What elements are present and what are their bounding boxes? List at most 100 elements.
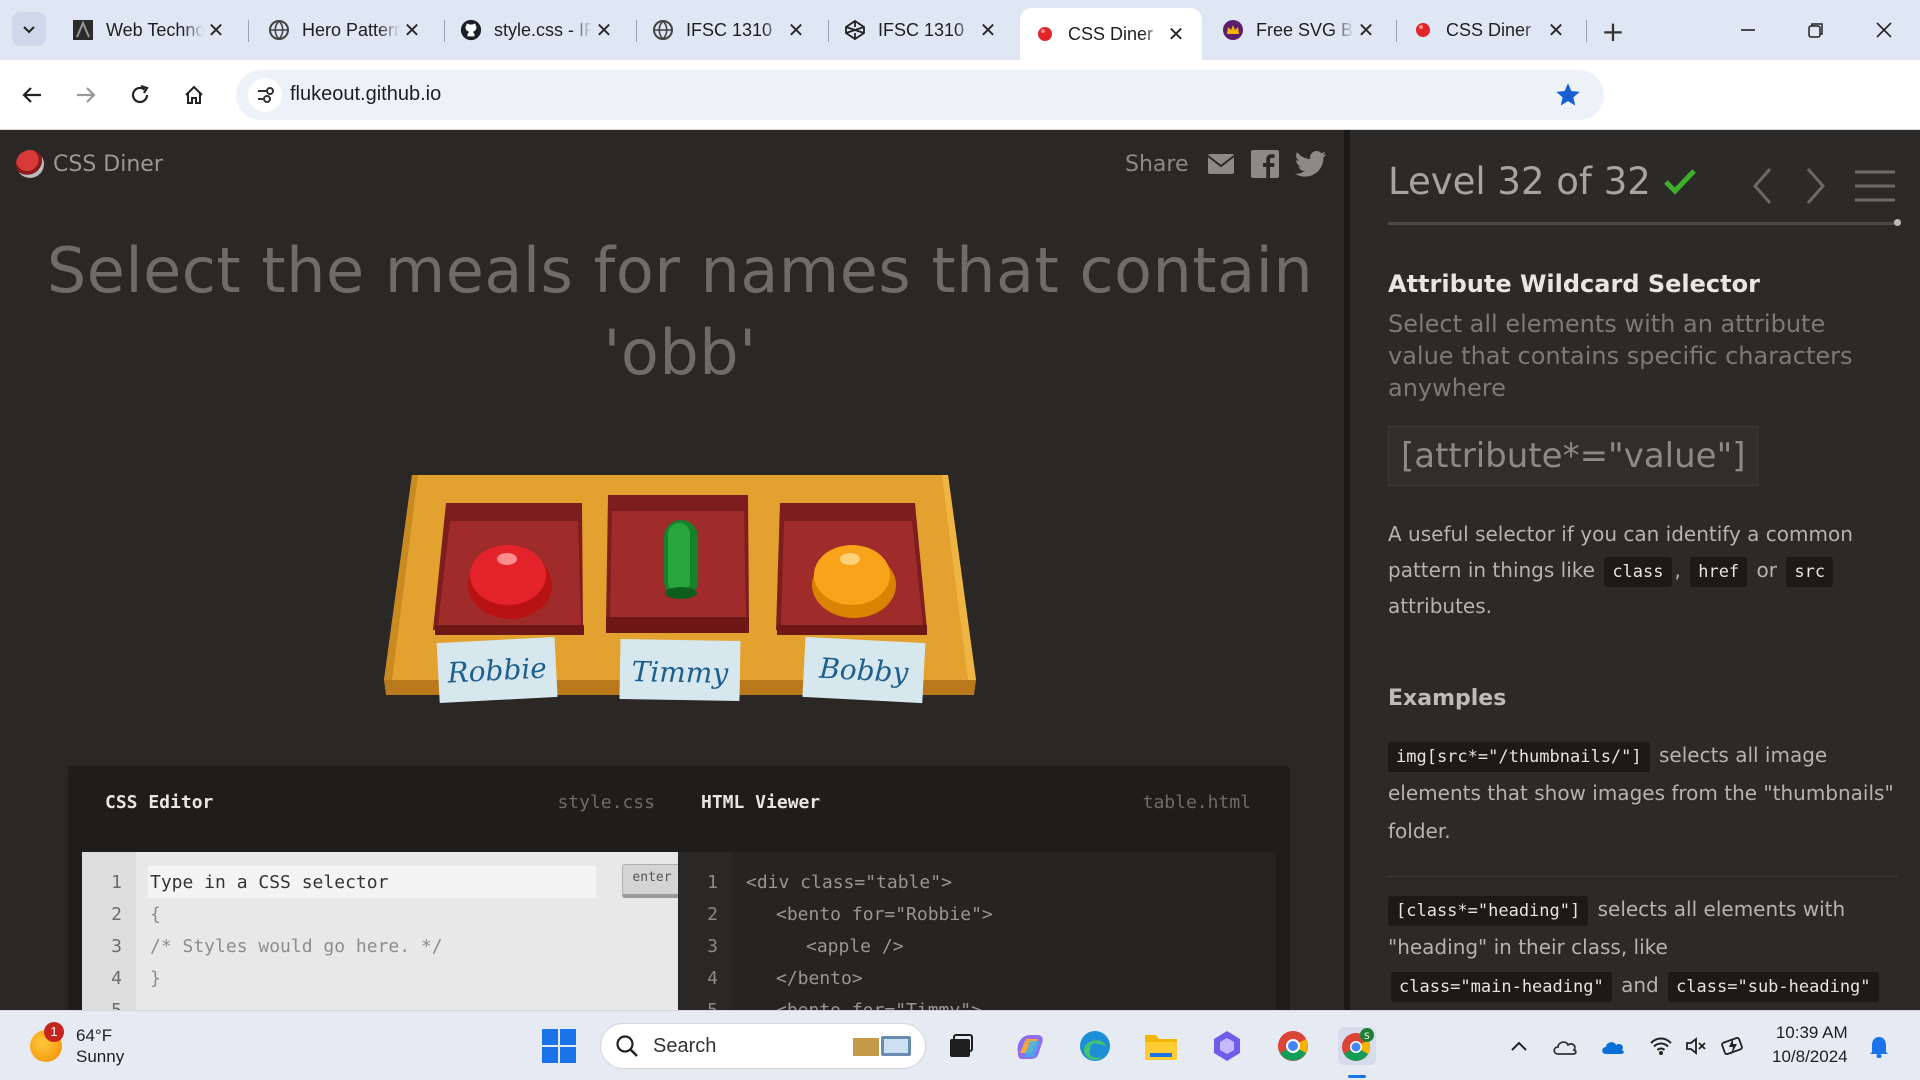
tab-separator bbox=[248, 20, 249, 42]
level-sidebar: Level 32 of 32 Attribute Wildcard Select… bbox=[1350, 130, 1920, 1010]
example-separator bbox=[1388, 876, 1898, 877]
html-line[interactable]: <bento for="Robbie"> bbox=[776, 904, 993, 925]
bento-timmy[interactable] bbox=[606, 495, 749, 633]
battery-charging-icon[interactable] bbox=[1720, 1033, 1746, 1059]
twitter-icon[interactable] bbox=[1294, 151, 1327, 177]
tab-style-css[interactable]: style.css - IFSC ✕ bbox=[446, 9, 630, 51]
address-bar[interactable]: flukeout.github.io bbox=[236, 70, 1604, 120]
close-icon[interactable]: ✕ bbox=[1164, 22, 1188, 46]
selector-help: A useful selector if you can identify a … bbox=[1388, 516, 1898, 624]
css-selector-input[interactable] bbox=[148, 866, 596, 898]
tab-search-button[interactable] bbox=[12, 12, 46, 46]
edge-icon bbox=[1080, 1031, 1110, 1061]
site-info-icon[interactable] bbox=[248, 78, 282, 112]
check-icon bbox=[1664, 168, 1696, 195]
bento-robbie[interactable] bbox=[433, 503, 584, 635]
weather-widget[interactable]: 1 64°F Sunny bbox=[30, 1022, 124, 1067]
reload-icon bbox=[131, 84, 149, 104]
selector-title: Attribute Wildcard Selector bbox=[1388, 270, 1760, 298]
pickle[interactable] bbox=[664, 520, 698, 599]
help-text-end: attributes. bbox=[1388, 594, 1493, 618]
notifications-bell-icon[interactable] bbox=[1866, 1033, 1892, 1059]
chrome-button[interactable] bbox=[1274, 1027, 1312, 1065]
example-code: [class*="heading"] bbox=[1388, 896, 1589, 926]
html-line[interactable]: </bento> bbox=[776, 968, 863, 989]
level-menu-button[interactable] bbox=[1854, 164, 1896, 208]
css-editor-header: CSS Editor style.css bbox=[105, 766, 655, 838]
search-label: Search bbox=[653, 1034, 717, 1057]
home-button[interactable] bbox=[176, 77, 212, 113]
close-icon[interactable]: ✕ bbox=[1544, 18, 1568, 42]
tab-free-svg[interactable]: Free SVG Background ✕ bbox=[1208, 9, 1392, 51]
tab-css-diner-active[interactable]: CSS Diner ✕ bbox=[1020, 8, 1202, 60]
email-icon[interactable] bbox=[1206, 153, 1235, 175]
bookmark-star-icon[interactable] bbox=[1554, 81, 1582, 113]
facebook-icon[interactable] bbox=[1250, 150, 1279, 178]
close-icon[interactable]: ✕ bbox=[1354, 18, 1378, 42]
line-gutter: 1 2 3 4 5 bbox=[678, 852, 732, 1010]
m365-copilot-button[interactable] bbox=[1208, 1027, 1246, 1065]
previous-level-button[interactable] bbox=[1744, 164, 1780, 208]
html-line[interactable]: <div class="table"> bbox=[746, 872, 952, 893]
example-and: and bbox=[1621, 973, 1659, 997]
taskbar-search[interactable]: Search bbox=[600, 1023, 926, 1069]
tab-css-diner-2[interactable]: CSS Diner ✕ bbox=[1398, 9, 1582, 51]
selector-description: Select all elements with an attribute va… bbox=[1388, 310, 1853, 402]
edge-button[interactable] bbox=[1076, 1027, 1114, 1065]
close-icon[interactable]: ✕ bbox=[592, 18, 616, 42]
tab-ifsc-1310-a[interactable]: IFSC 1310 ✕ bbox=[638, 9, 822, 51]
volume-muted-icon[interactable] bbox=[1684, 1033, 1710, 1059]
task-view-icon bbox=[950, 1034, 973, 1057]
reload-button[interactable] bbox=[122, 77, 158, 113]
html-line[interactable]: <apple /> bbox=[806, 936, 904, 957]
close-icon[interactable]: ✕ bbox=[976, 18, 1000, 42]
file-explorer-button[interactable] bbox=[1142, 1027, 1180, 1065]
copilot-icon bbox=[1017, 1035, 1043, 1059]
chrome-profile-icon: S bbox=[1342, 1028, 1374, 1061]
instruction-line-1: Select the meals for names that contain bbox=[46, 234, 1314, 307]
name-card-bobby: Bobby bbox=[802, 636, 926, 704]
html-line[interactable]: <bento for="Timmy"> bbox=[776, 1000, 982, 1010]
tab-web-technologies[interactable]: Web Technologies ✕ bbox=[58, 9, 242, 51]
restore-button[interactable] bbox=[1796, 12, 1836, 48]
back-button[interactable] bbox=[14, 77, 50, 113]
next-level-button[interactable] bbox=[1798, 164, 1834, 208]
copilot-button[interactable] bbox=[1010, 1027, 1048, 1065]
start-button[interactable] bbox=[540, 1027, 578, 1065]
line-number: 4 bbox=[707, 968, 718, 989]
task-view-button[interactable] bbox=[942, 1027, 980, 1065]
svg-text:S: S bbox=[1364, 1032, 1370, 1042]
enter-button[interactable]: enter bbox=[622, 864, 682, 898]
close-icon[interactable]: ✕ bbox=[784, 18, 808, 42]
site-logo[interactable]: CSS Diner bbox=[16, 150, 163, 178]
new-tab-button[interactable]: + bbox=[1596, 14, 1630, 48]
show-hidden-icons-button[interactable] bbox=[1506, 1033, 1532, 1059]
html-viewer-pane: 1 2 3 4 5 <div class="table"> <bento for… bbox=[678, 852, 1276, 1010]
wifi-icon[interactable] bbox=[1648, 1033, 1674, 1059]
html-viewer-filename: table.html bbox=[1142, 791, 1251, 813]
bento-bobby[interactable] bbox=[776, 503, 927, 635]
tab-separator bbox=[1586, 20, 1587, 42]
chrome-profile-button[interactable]: S bbox=[1338, 1027, 1376, 1065]
windows-logo-icon bbox=[542, 1029, 576, 1063]
tab-separator bbox=[1396, 20, 1397, 42]
level-instruction: Select the meals for names that contain … bbox=[40, 230, 1320, 394]
close-icon[interactable]: ✕ bbox=[204, 18, 228, 42]
tab-ifsc-1310-b[interactable]: IFSC 1310 ✕ bbox=[830, 9, 1014, 51]
onedrive-personal-icon[interactable] bbox=[1552, 1033, 1578, 1059]
forward-button[interactable] bbox=[68, 77, 104, 113]
example-tag: class="sub-heading" bbox=[1668, 972, 1879, 1002]
css-diner-icon bbox=[1034, 23, 1056, 45]
hamburger-menu-icon bbox=[1855, 170, 1895, 202]
close-icon[interactable]: ✕ bbox=[400, 18, 424, 42]
game-area: CSS Diner Share Select the meals for nam… bbox=[0, 130, 1344, 1010]
close-window-button[interactable] bbox=[1864, 12, 1904, 48]
onedrive-icon[interactable] bbox=[1600, 1033, 1626, 1059]
level-header: Level 32 of 32 bbox=[1388, 160, 1697, 203]
clock[interactable]: 10:39 AM 10/8/2024 bbox=[1772, 1021, 1848, 1069]
github-icon bbox=[460, 19, 482, 41]
minimize-button[interactable] bbox=[1728, 12, 1768, 48]
help-comma: , bbox=[1674, 558, 1681, 582]
example-tag: class="main-heading" bbox=[1391, 972, 1612, 1002]
tab-hero-patterns[interactable]: Hero Patterns ✕ bbox=[254, 9, 438, 51]
